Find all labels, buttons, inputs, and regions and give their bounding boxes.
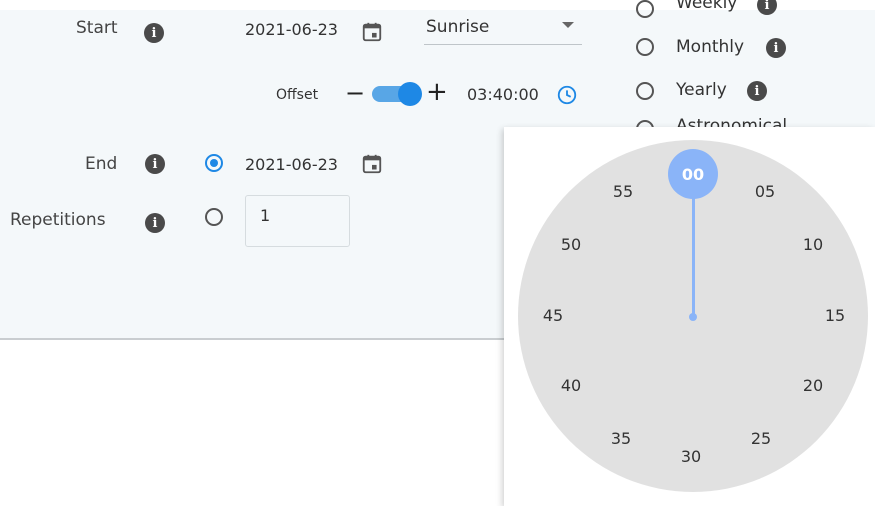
clock-number-30[interactable]: 30	[676, 447, 706, 466]
start-calendar-icon[interactable]	[361, 21, 383, 43]
start-event-underline	[424, 44, 582, 45]
start-label: Start	[76, 18, 118, 38]
offset-plus-button[interactable]: +	[426, 77, 448, 107]
end-info-icon[interactable]: i	[145, 154, 165, 174]
clock-number-25[interactable]: 25	[746, 429, 776, 448]
clock-number-45[interactable]: 45	[538, 306, 568, 325]
end-radio[interactable]	[205, 154, 223, 172]
end-date-value[interactable]: 2021-06-23	[245, 155, 338, 174]
repetitions-radio[interactable]	[205, 208, 223, 226]
yearly-label[interactable]: Yearly	[676, 80, 727, 100]
offset-time-value[interactable]: 03:40:00	[467, 85, 539, 104]
monthly-label[interactable]: Monthly	[676, 37, 744, 57]
monthly-radio[interactable]	[636, 38, 654, 56]
clock-number-50[interactable]: 50	[556, 235, 586, 254]
start-date-value[interactable]: 2021-06-23	[245, 20, 338, 39]
end-label: End	[85, 154, 118, 174]
clock-dial[interactable]: 00 05 10 15 20 25 30 35 40 45 50 55	[518, 140, 868, 492]
repetitions-label: Repetitions	[10, 210, 106, 230]
clock-number-35[interactable]: 35	[606, 429, 636, 448]
weekly-radio[interactable]	[636, 0, 654, 18]
end-calendar-icon[interactable]	[361, 153, 383, 175]
yearly-radio[interactable]	[636, 82, 654, 100]
clock-number-05[interactable]: 05	[750, 182, 780, 201]
offset-label: Offset	[276, 87, 319, 103]
caret-down-icon[interactable]	[562, 22, 574, 30]
monthly-info-icon[interactable]: i	[766, 38, 786, 58]
repetitions-input[interactable]: 1	[245, 195, 350, 247]
time-picker-popup: 00 05 10 15 20 25 30 35 40 45 50 55	[504, 127, 875, 506]
clock-number-10[interactable]: 10	[798, 235, 828, 254]
clock-number-55[interactable]: 55	[608, 182, 638, 201]
yearly-info-icon[interactable]: i	[747, 81, 767, 101]
clock-hand	[692, 196, 695, 316]
clock-number-40[interactable]: 40	[556, 376, 586, 395]
start-event-select[interactable]: Sunrise	[426, 17, 489, 37]
clock-selected-minute[interactable]: 00	[668, 149, 718, 199]
offset-toggle-thumb[interactable]	[398, 82, 422, 106]
repetitions-info-icon[interactable]: i	[145, 213, 165, 233]
clock-icon[interactable]	[556, 84, 578, 106]
clock-number-20[interactable]: 20	[798, 376, 828, 395]
offset-minus-button[interactable]: −	[345, 79, 365, 107]
weekly-label[interactable]: Weekly	[676, 0, 737, 13]
clock-number-15[interactable]: 15	[820, 306, 850, 325]
start-info-icon[interactable]: i	[144, 23, 164, 43]
clock-center-dot	[689, 313, 697, 321]
